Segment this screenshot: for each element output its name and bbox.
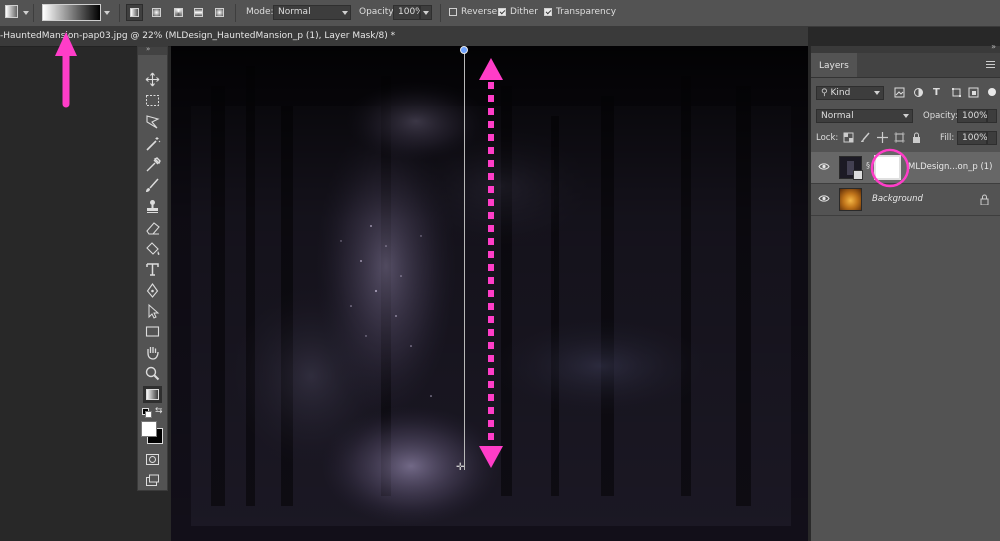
annotation-double-arrow (479, 58, 503, 468)
annotation-arrow-up (55, 32, 77, 108)
annotation-circle-mask (870, 148, 910, 188)
tutorial-annotations (55, 32, 910, 468)
